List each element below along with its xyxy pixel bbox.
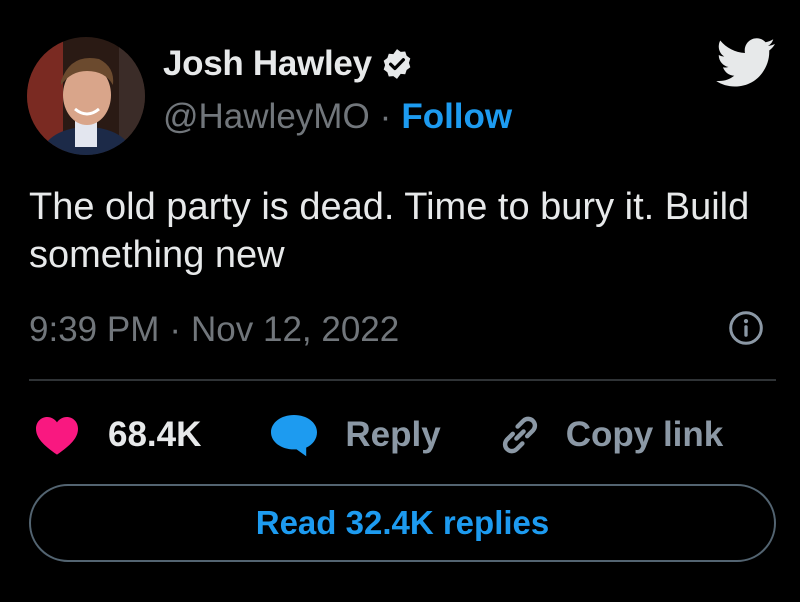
read-replies-label: Read 32.4K replies [255, 504, 550, 541]
tweet-time: 9:39 PM [29, 310, 160, 349]
handle-separator: · [379, 97, 392, 136]
tweet-text: The old party is dead. Time to bury it. … [29, 186, 750, 277]
tweet-timestamp[interactable]: 9:39 PM · Nov 12, 2022 [29, 310, 399, 350]
author-name[interactable]: Josh Hawley [163, 44, 372, 84]
action-bar: 68.4K Reply Copy link [34, 410, 723, 460]
twitter-bird-icon[interactable] [716, 38, 776, 88]
link-icon [502, 416, 537, 454]
info-icon[interactable] [728, 310, 764, 346]
like-count: 68.4K [108, 415, 202, 454]
read-replies-button[interactable]: Read 32.4K replies [29, 484, 776, 562]
reply-button[interactable]: Reply [269, 413, 441, 457]
tweet-date: Nov 12, 2022 [191, 310, 400, 349]
copy-link-label: Copy link [565, 415, 724, 454]
tweet-card: Josh Hawley @HawleyMO · Follow The old p… [0, 0, 800, 602]
heart-icon [36, 417, 78, 455]
avatar[interactable] [27, 37, 145, 155]
speech-bubble-icon [271, 415, 318, 457]
divider [29, 379, 776, 381]
reply-label: Reply [345, 415, 441, 454]
like-button[interactable]: 68.4K [34, 414, 201, 456]
author-handle[interactable]: @HawleyMO [163, 97, 370, 137]
timestamp-separator: · [169, 310, 182, 349]
verified-badge-icon [383, 49, 411, 79]
follow-button[interactable]: Follow [401, 97, 512, 137]
copy-link-button[interactable]: Copy link [496, 411, 724, 459]
